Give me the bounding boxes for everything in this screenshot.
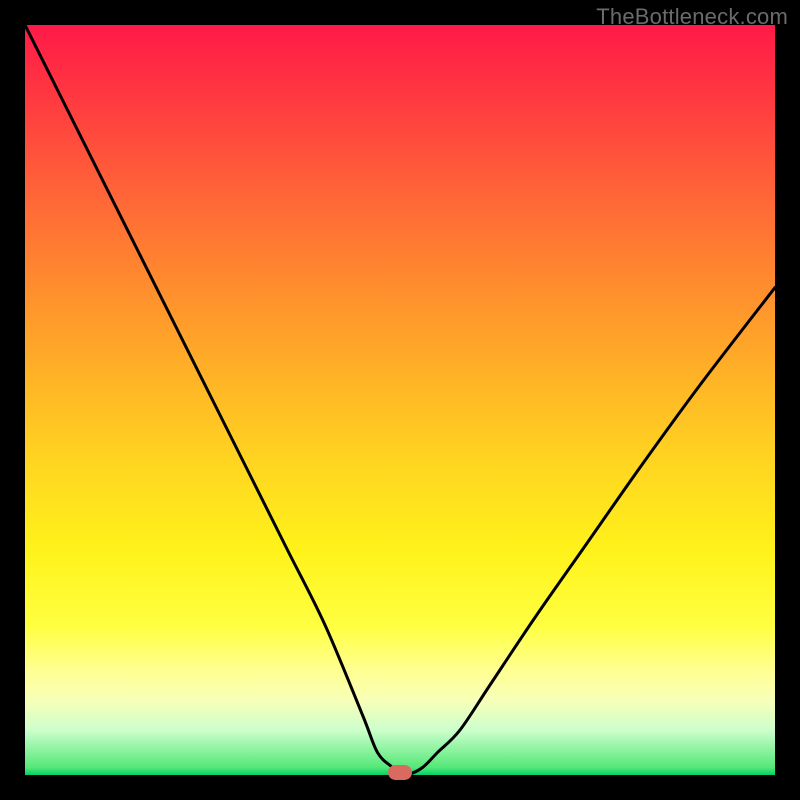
- chart-plot-area: [25, 25, 775, 775]
- curve-path: [25, 25, 775, 775]
- minimum-marker: [388, 765, 412, 780]
- chart-frame: TheBottleneck.com: [0, 0, 800, 800]
- bottleneck-curve: [25, 25, 775, 775]
- watermark-text: TheBottleneck.com: [596, 4, 788, 30]
